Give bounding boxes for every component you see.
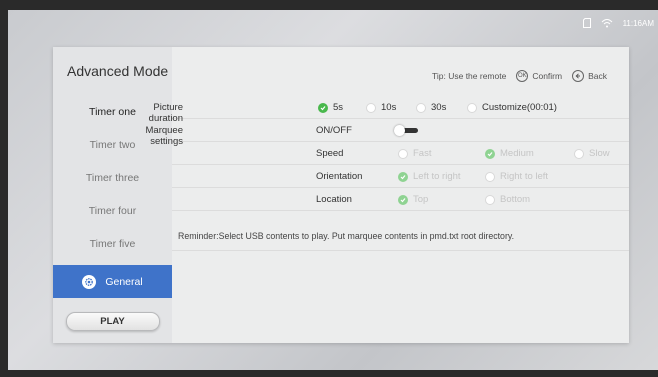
location-label: Location [316, 194, 352, 205]
marquee-settings-row: Marquee settings ON/OFF [146, 119, 629, 147]
duration-option-10s[interactable]: 10s [366, 102, 396, 113]
picture-duration-row: Picture duration 5s 10s 30s Customize(00… [149, 96, 629, 124]
option-label: 10s [381, 102, 397, 113]
orientation-option-left-to-right[interactable]: Left to right [398, 171, 461, 182]
option-label: Fast [413, 148, 432, 159]
speed-label: Speed [316, 148, 344, 159]
radio-icon [416, 102, 426, 113]
speed-option-medium[interactable]: Medium [485, 148, 534, 159]
sidebar-item-timer-four[interactable]: Timer four [53, 194, 172, 227]
settings-pane: Tip: Use the remote OK Confirm Back Pict… [146, 47, 629, 343]
location-option-top[interactable]: Top [398, 194, 428, 205]
location-option-bottom[interactable]: Bottom [485, 194, 530, 205]
speed-option-slow[interactable]: Slow [574, 148, 610, 159]
sidebar: Advanced Mode Timer one Timer two Timer … [53, 47, 172, 343]
gear-icon [82, 274, 97, 289]
back-label: Back [588, 71, 607, 81]
option-label: Customize(00:01) [482, 102, 557, 113]
option-label: Left to right [413, 171, 461, 182]
radio-icon [366, 102, 376, 113]
marquee-toggle[interactable] [394, 125, 418, 136]
sd-card-icon [582, 18, 591, 28]
orientation-label: Orientation [316, 171, 363, 182]
divider [172, 250, 629, 251]
radio-icon [574, 148, 584, 159]
radio-icon [398, 148, 408, 159]
check-icon [398, 171, 408, 182]
speed-option-fast[interactable]: Fast [398, 148, 431, 159]
option-label: Bottom [500, 194, 531, 205]
radio-icon [485, 194, 495, 205]
sidebar-item-timer-five[interactable]: Timer five [53, 227, 172, 260]
confirm-label: Confirm [532, 71, 563, 81]
radio-icon [485, 171, 495, 182]
status-bar: 11:16AM [582, 16, 654, 30]
play-button[interactable]: PLAY [65, 312, 160, 331]
duration-option-30s[interactable]: 30s [416, 102, 446, 113]
orientation-option-right-to-left[interactable]: Right to left [485, 171, 548, 182]
orientation-row: Orientation Left to right Right to left [172, 165, 629, 188]
wifi-icon [601, 18, 613, 28]
duration-option-5s[interactable]: 5s [318, 102, 343, 113]
option-label: Medium [500, 148, 534, 159]
option-label: Right to left [500, 171, 549, 182]
option-label: Top [413, 194, 429, 205]
tv-screen: 11:16AM Advanced Mode Timer one Timer tw… [8, 10, 658, 370]
advanced-mode-panel: Advanced Mode Timer one Timer two Timer … [53, 47, 629, 343]
option-label: 5s [333, 102, 344, 113]
option-label: Slow [589, 148, 610, 159]
clock: 11:16AM [622, 18, 654, 28]
sidebar-item-timer-three[interactable]: Timer three [53, 161, 172, 194]
page-title: Advanced Mode [67, 63, 169, 79]
duration-option-customize[interactable]: Customize(00:01) [467, 102, 557, 113]
check-icon [318, 102, 328, 113]
sidebar-item-general[interactable]: General [53, 265, 172, 298]
ok-icon: OK [516, 70, 529, 82]
tip-text: Tip: Use the remote [432, 71, 507, 81]
radio-icon [467, 102, 477, 113]
back-arrow-icon [572, 70, 585, 82]
reminder-text: Reminder:Select USB contents to play. Pu… [178, 231, 515, 241]
marquee-value: ON/OFF [316, 125, 352, 136]
speed-row: Speed Fast Medium Slow [172, 142, 629, 165]
option-label: 30s [431, 102, 447, 113]
remote-tip: Tip: Use the remote OK Confirm Back [432, 70, 607, 82]
check-icon [398, 194, 408, 205]
location-row: Location Top Bottom [172, 188, 629, 211]
check-icon [485, 148, 495, 159]
sidebar-item-label: General [105, 275, 143, 288]
